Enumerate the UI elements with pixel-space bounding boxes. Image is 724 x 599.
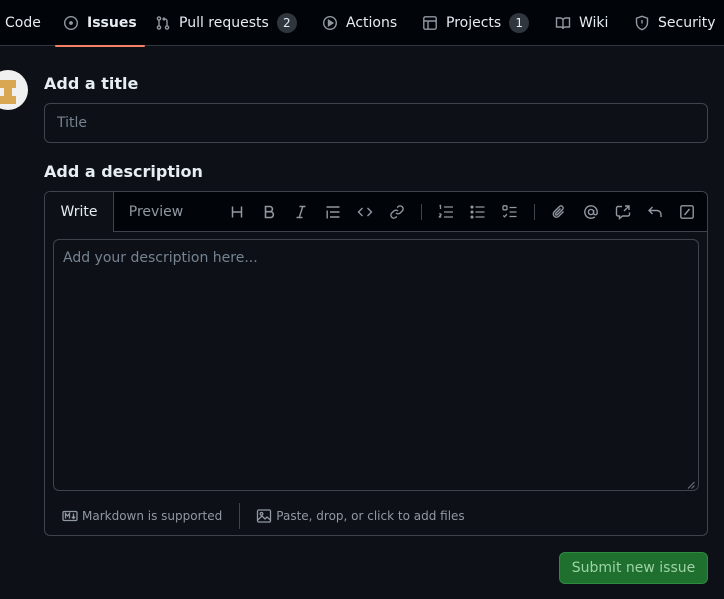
tab-projects-label: Projects (446, 15, 502, 31)
tab-projects[interactable]: Projects 1 (422, 0, 530, 46)
link-icon[interactable] (387, 202, 407, 222)
pull-requests-count: 2 (276, 13, 297, 33)
tab-code-label: Code (5, 15, 41, 31)
table-icon (423, 16, 437, 30)
attach-icon[interactable] (549, 202, 569, 222)
tab-pull-requests-label: Pull requests (179, 15, 269, 31)
markdown-supported-label: Markdown is supported (82, 509, 223, 523)
toolbar-divider (534, 204, 535, 220)
undo-icon[interactable] (645, 202, 665, 222)
markdown-editor: Write Preview Add your description here.… (44, 191, 708, 536)
reference-icon[interactable] (613, 202, 633, 222)
task-list-icon[interactable] (500, 202, 520, 222)
tab-security[interactable]: Security (634, 0, 716, 46)
tab-actions[interactable]: Actions (322, 0, 397, 46)
code-icon[interactable] (355, 202, 375, 222)
bold-icon[interactable] (259, 202, 279, 222)
git-pull-request-icon (156, 16, 170, 30)
tab-issues-label: Issues (87, 15, 137, 31)
ordered-list-icon[interactable] (436, 202, 456, 222)
submit-issue-button[interactable]: Submit new issue (559, 552, 708, 584)
projects-count: 1 (509, 13, 530, 33)
tab-preview[interactable]: Preview (119, 192, 193, 232)
unordered-list-icon[interactable] (468, 202, 488, 222)
tab-actions-label: Actions (346, 15, 398, 31)
editor-header: Write Preview (45, 192, 707, 232)
tab-wiki-label: Wiki (579, 15, 609, 31)
image-icon (257, 509, 272, 523)
markdown-icon (62, 510, 78, 522)
quote-icon[interactable] (323, 202, 343, 222)
resize-handle-icon[interactable] (687, 481, 695, 489)
attach-files-label: Paste, drop, or click to add files (276, 509, 465, 523)
tab-write[interactable]: Write (45, 192, 114, 232)
tab-wiki[interactable]: Wiki (555, 0, 608, 46)
tab-security-label: Security (658, 15, 716, 31)
markdown-supported-link[interactable]: Markdown is supported (62, 508, 222, 524)
tab-pull-requests[interactable]: Pull requests 2 (155, 0, 297, 46)
book-icon (555, 17, 571, 30)
shield-icon (635, 15, 649, 31)
tab-code[interactable]: Code (5, 0, 41, 46)
description-label: Add a description (44, 162, 203, 181)
description-textarea[interactable] (53, 239, 699, 491)
title-input[interactable] (44, 103, 708, 143)
attach-files-button[interactable]: Paste, drop, or click to add files (256, 508, 465, 524)
slash-commands-icon[interactable] (677, 202, 697, 222)
tab-issues[interactable]: Issues (55, 0, 145, 47)
avatar[interactable] (0, 70, 28, 110)
repo-nav: Code Issues Pull requests 2 Actions Proj… (0, 0, 724, 47)
editor-footer: Markdown is supported Paste, drop, or cl… (45, 497, 707, 535)
issue-opened-icon (63, 15, 79, 31)
mention-icon[interactable] (581, 202, 601, 222)
heading-icon[interactable] (227, 202, 247, 222)
play-icon (322, 15, 338, 31)
title-label: Add a title (44, 74, 139, 93)
italic-icon[interactable] (291, 202, 311, 222)
toolbar-divider (421, 204, 422, 220)
footer-divider (239, 503, 241, 529)
